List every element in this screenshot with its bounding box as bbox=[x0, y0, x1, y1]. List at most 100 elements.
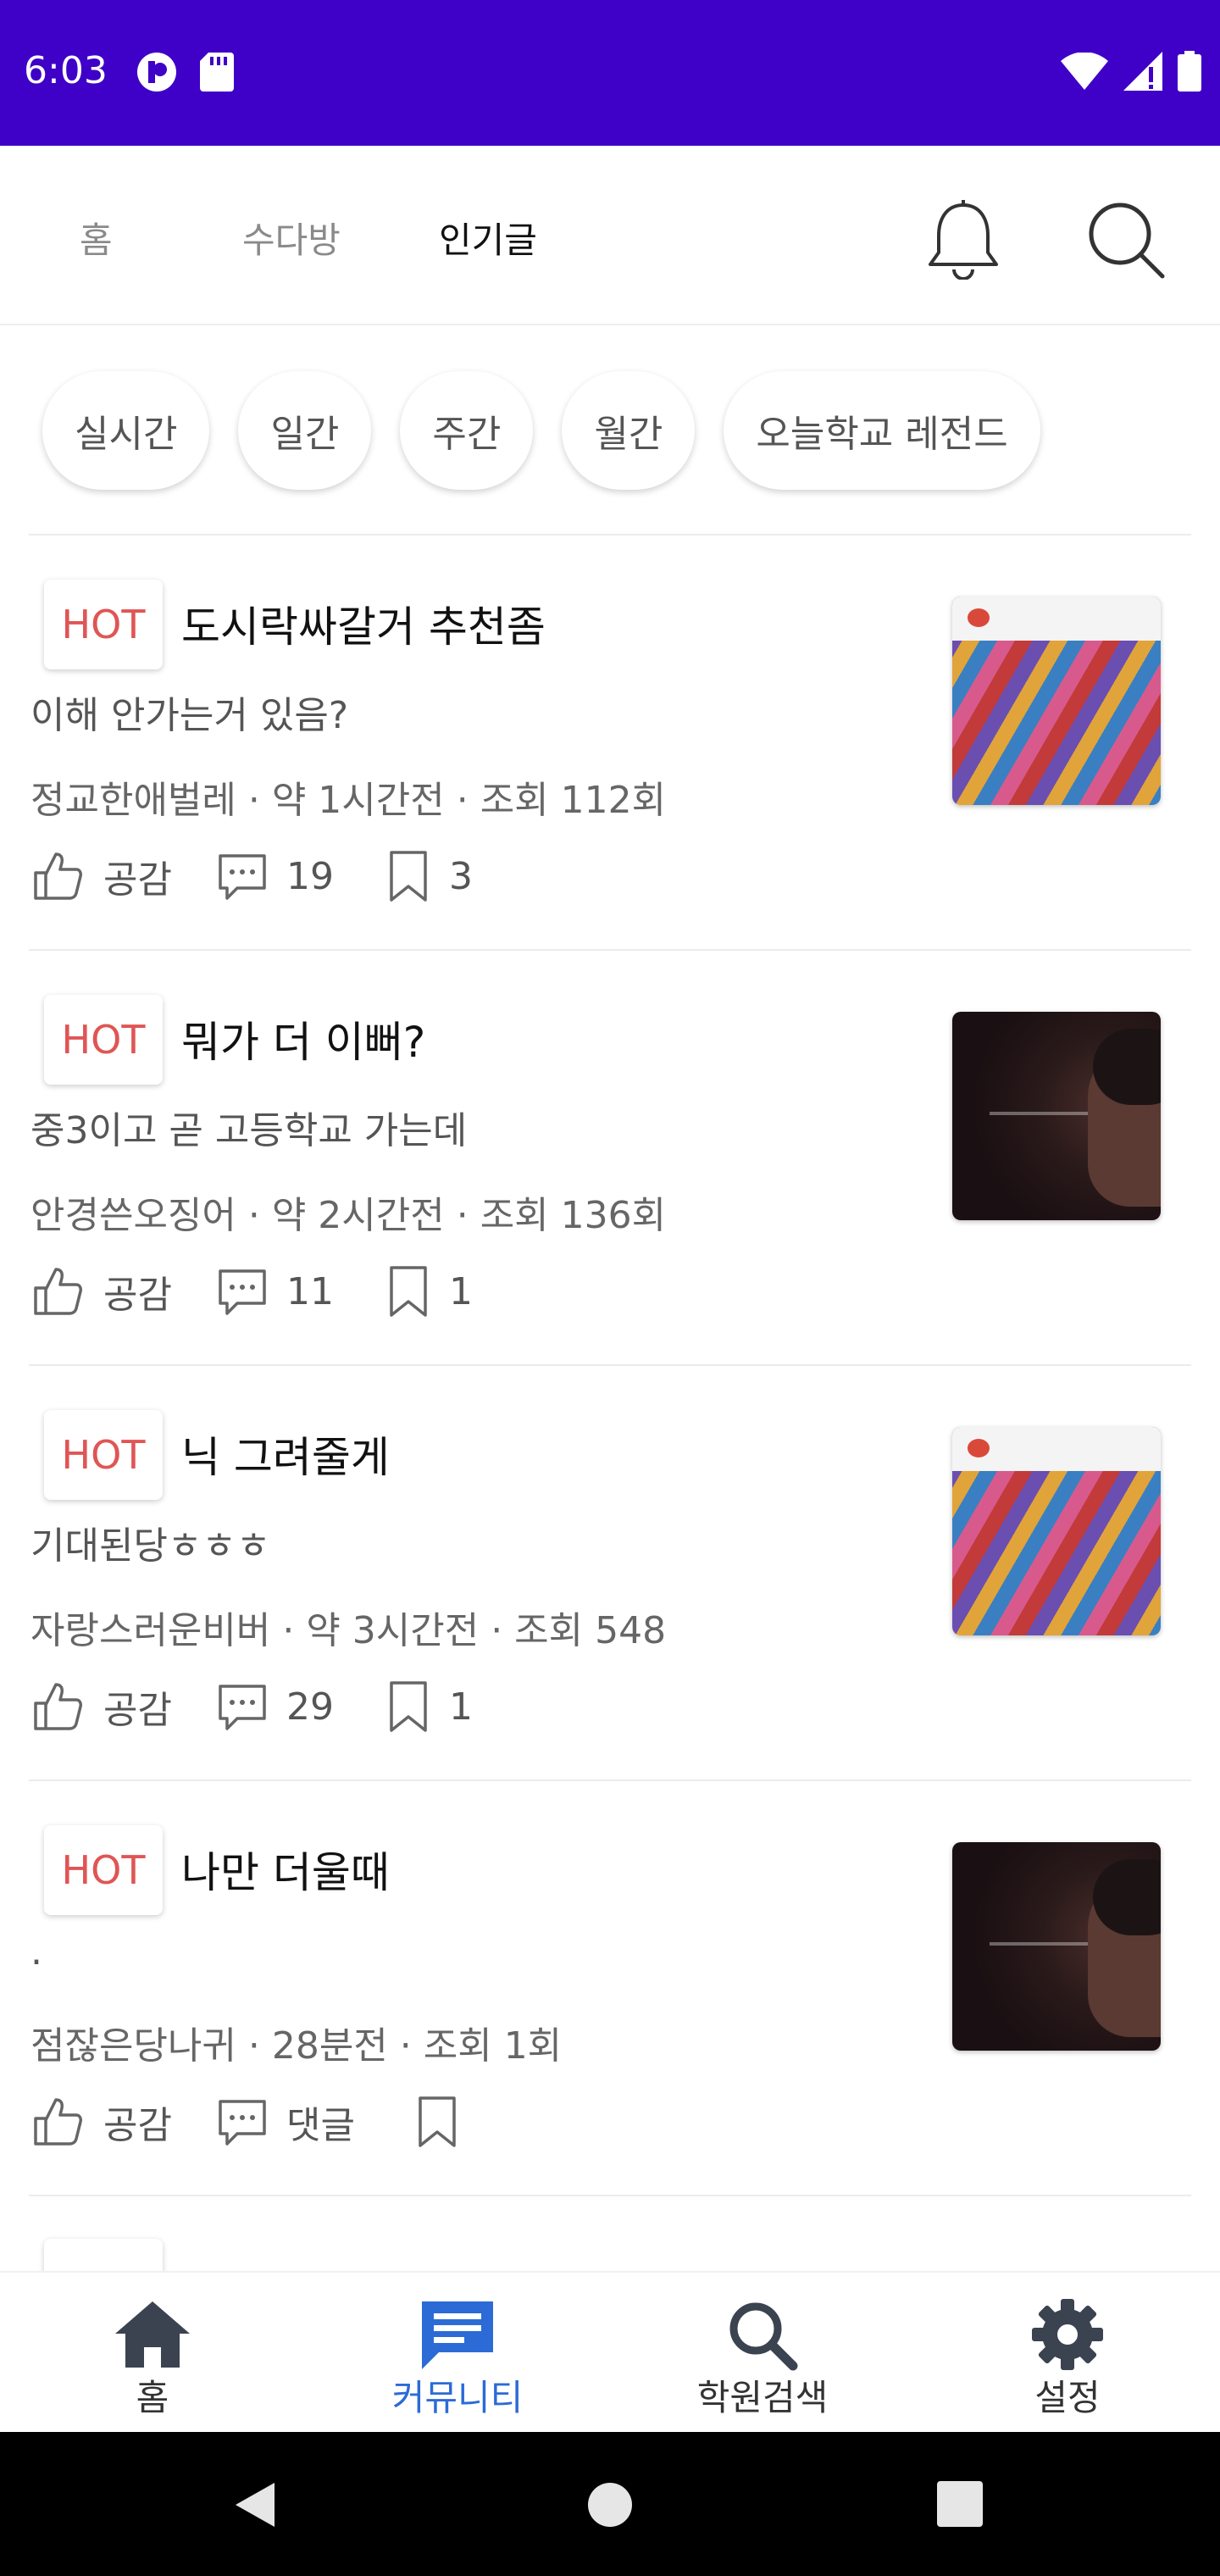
post-actions: 공감 댓글 bbox=[30, 2090, 478, 2154]
post-title[interactable]: 닉 그려줄게 bbox=[181, 1424, 390, 1485]
chip-monthly[interactable]: 월간 bbox=[562, 371, 696, 490]
like-label: 공감 bbox=[103, 2104, 172, 2147]
bell-icon[interactable] bbox=[925, 198, 1001, 283]
search-icon[interactable] bbox=[1084, 198, 1169, 286]
like-button[interactable]: 공감 bbox=[30, 849, 217, 903]
bottom-nav-home-label: 홈 bbox=[136, 2377, 169, 2418]
post-preview: 기대된당ㅎㅎㅎ bbox=[30, 1524, 271, 1568]
post-thumbnail[interactable] bbox=[952, 1427, 1161, 1635]
post-meta: 점잖은당나귀 · 28분전 · 조회 1회 bbox=[30, 2024, 563, 2068]
tab-popular[interactable]: 인기글 bbox=[439, 212, 537, 264]
tab-chat-room[interactable]: 수다방 bbox=[242, 212, 341, 264]
top-nav: 홈 수다방 인기글 bbox=[0, 146, 1220, 325]
thumbs-up-icon bbox=[34, 852, 82, 900]
bookmark-count: 1 bbox=[449, 1685, 473, 1729]
like-button[interactable]: 공감 bbox=[30, 2095, 217, 2149]
hot-badge: HOT bbox=[44, 1825, 163, 1915]
thumbs-up-icon bbox=[34, 1683, 82, 1730]
comment-icon bbox=[219, 2100, 266, 2146]
comment-label: 댓글 bbox=[286, 2104, 355, 2147]
status-time: 6:03 bbox=[24, 49, 108, 92]
home-circle-icon[interactable] bbox=[586, 2481, 634, 2532]
sd-card-icon bbox=[200, 53, 234, 95]
comment-button[interactable]: 19 bbox=[217, 851, 386, 902]
gear-icon bbox=[1032, 2299, 1103, 2370]
tab-home[interactable]: 홈 bbox=[80, 212, 113, 264]
bottom-nav-academy-search[interactable]: 학원검색 bbox=[661, 2296, 864, 2421]
notification-icon bbox=[136, 51, 178, 97]
post-thumbnail[interactable] bbox=[952, 597, 1161, 805]
status-bar: 6:03 bbox=[0, 0, 1220, 146]
bottom-nav-academy-search-label: 학원검색 bbox=[696, 2377, 829, 2418]
wifi-icon bbox=[1061, 52, 1108, 93]
like-label: 공감 bbox=[103, 1689, 172, 1732]
period-filter-chips: 실시간 일간 주간 월간 오늘학교 레전드 bbox=[42, 371, 1040, 490]
recents-icon[interactable] bbox=[937, 2481, 983, 2530]
chip-legend[interactable]: 오늘학교 레전드 bbox=[724, 371, 1040, 490]
bottom-nav-home[interactable]: 홈 bbox=[51, 2296, 254, 2421]
post-thumbnail[interactable] bbox=[952, 1012, 1161, 1220]
bookmark-count: 3 bbox=[449, 854, 473, 898]
bookmark-button[interactable] bbox=[415, 2095, 478, 2149]
post-title[interactable]: 도시락싸갈거 추천좀 bbox=[181, 593, 546, 654]
post-actions: 공감 29 1 bbox=[30, 1674, 473, 1739]
bookmark-count: 1 bbox=[449, 1269, 473, 1313]
chat-icon bbox=[422, 2301, 493, 2369]
post-preview: . bbox=[30, 1930, 42, 1974]
like-label: 공감 bbox=[103, 1274, 172, 1317]
comment-button[interactable]: 29 bbox=[217, 1681, 386, 1732]
bookmark-icon bbox=[419, 2096, 456, 2147]
comment-button[interactable]: 11 bbox=[217, 1266, 386, 1317]
post-item[interactable]: HOT 뭐가 더 이뻐? 중3이고 곧 고등학교 가는데 안경쓴오징어 · 약 … bbox=[29, 951, 1191, 1366]
bookmark-icon bbox=[390, 1266, 427, 1317]
hot-badge: HOT bbox=[44, 1410, 163, 1500]
post-meta: 정교한애벌레 · 약 1시간전 · 조회 112회 bbox=[30, 779, 667, 822]
post-title[interactable]: 나만 더울때 bbox=[181, 1839, 390, 1900]
bookmark-button[interactable]: 1 bbox=[386, 1679, 473, 1734]
battery-icon bbox=[1178, 51, 1201, 95]
like-button[interactable]: 공감 bbox=[30, 1264, 217, 1319]
post-meta: 자랑스러운비버 · 약 3시간전 · 조회 548 bbox=[30, 1609, 667, 1652]
post-actions: 공감 19 3 bbox=[30, 844, 473, 908]
cellular-signal-icon bbox=[1123, 52, 1162, 94]
comment-icon bbox=[219, 854, 266, 900]
chip-daily[interactable]: 일간 bbox=[238, 371, 372, 490]
bottom-nav-settings-label: 설정 bbox=[1034, 2377, 1101, 2418]
comment-icon bbox=[219, 1685, 266, 1730]
back-icon[interactable] bbox=[230, 2479, 278, 2534]
bottom-nav-community[interactable]: 커뮤니티 bbox=[356, 2296, 559, 2421]
status-left-icons bbox=[136, 51, 234, 97]
bottom-nav-community-label: 커뮤니티 bbox=[391, 2377, 524, 2418]
post-thumbnail[interactable] bbox=[952, 1842, 1161, 2051]
post-preview: 이해 안가는거 있음? bbox=[30, 694, 349, 737]
comment-count: 19 bbox=[286, 854, 334, 898]
search-icon bbox=[729, 2302, 798, 2371]
post-item[interactable]: HOT 나만 더울때 . 점잖은당나귀 · 28분전 · 조회 1회 공감 댓글 bbox=[29, 1781, 1191, 2196]
thumbs-up-icon bbox=[34, 1268, 82, 1315]
comment-count: 11 bbox=[286, 1269, 334, 1313]
hot-badge: HOT bbox=[44, 580, 163, 669]
thumbs-up-icon bbox=[34, 2098, 82, 2146]
comment-icon bbox=[219, 1269, 266, 1315]
post-actions: 공감 11 1 bbox=[30, 1259, 473, 1324]
post-item[interactable]: HOT 도시락싸갈거 추천좀 이해 안가는거 있음? 정교한애벌레 · 약 1시… bbox=[29, 536, 1191, 951]
bottom-nav: 홈 커뮤니티 학원검색 설정 bbox=[0, 2271, 1220, 2432]
chip-realtime[interactable]: 실시간 bbox=[42, 371, 210, 490]
bookmark-button[interactable]: 3 bbox=[386, 849, 473, 903]
comment-count: 29 bbox=[286, 1685, 334, 1729]
home-icon bbox=[115, 2301, 190, 2368]
comment-button[interactable]: 댓글 bbox=[217, 2095, 415, 2149]
hot-badge: HOT bbox=[44, 995, 163, 1085]
like-label: 공감 bbox=[103, 858, 172, 902]
chip-weekly[interactable]: 주간 bbox=[400, 371, 534, 490]
post-meta: 안경쓴오징어 · 약 2시간전 · 조회 136회 bbox=[30, 1194, 667, 1237]
post-title[interactable]: 뭐가 더 이뻐? bbox=[181, 1008, 425, 1069]
bottom-nav-settings[interactable]: 설정 bbox=[966, 2296, 1169, 2421]
post-preview: 중3이고 곧 고등학교 가는데 bbox=[30, 1109, 468, 1152]
bookmark-button[interactable]: 1 bbox=[386, 1264, 473, 1319]
post-item[interactable]: HOT 닉 그려줄게 기대된당ㅎㅎㅎ 자랑스러운비버 · 약 3시간전 · 조회… bbox=[29, 1366, 1191, 1781]
bookmark-icon bbox=[390, 1681, 427, 1732]
bookmark-icon bbox=[390, 851, 427, 902]
like-button[interactable]: 공감 bbox=[30, 1679, 217, 1734]
status-right-icons bbox=[1061, 51, 1201, 95]
